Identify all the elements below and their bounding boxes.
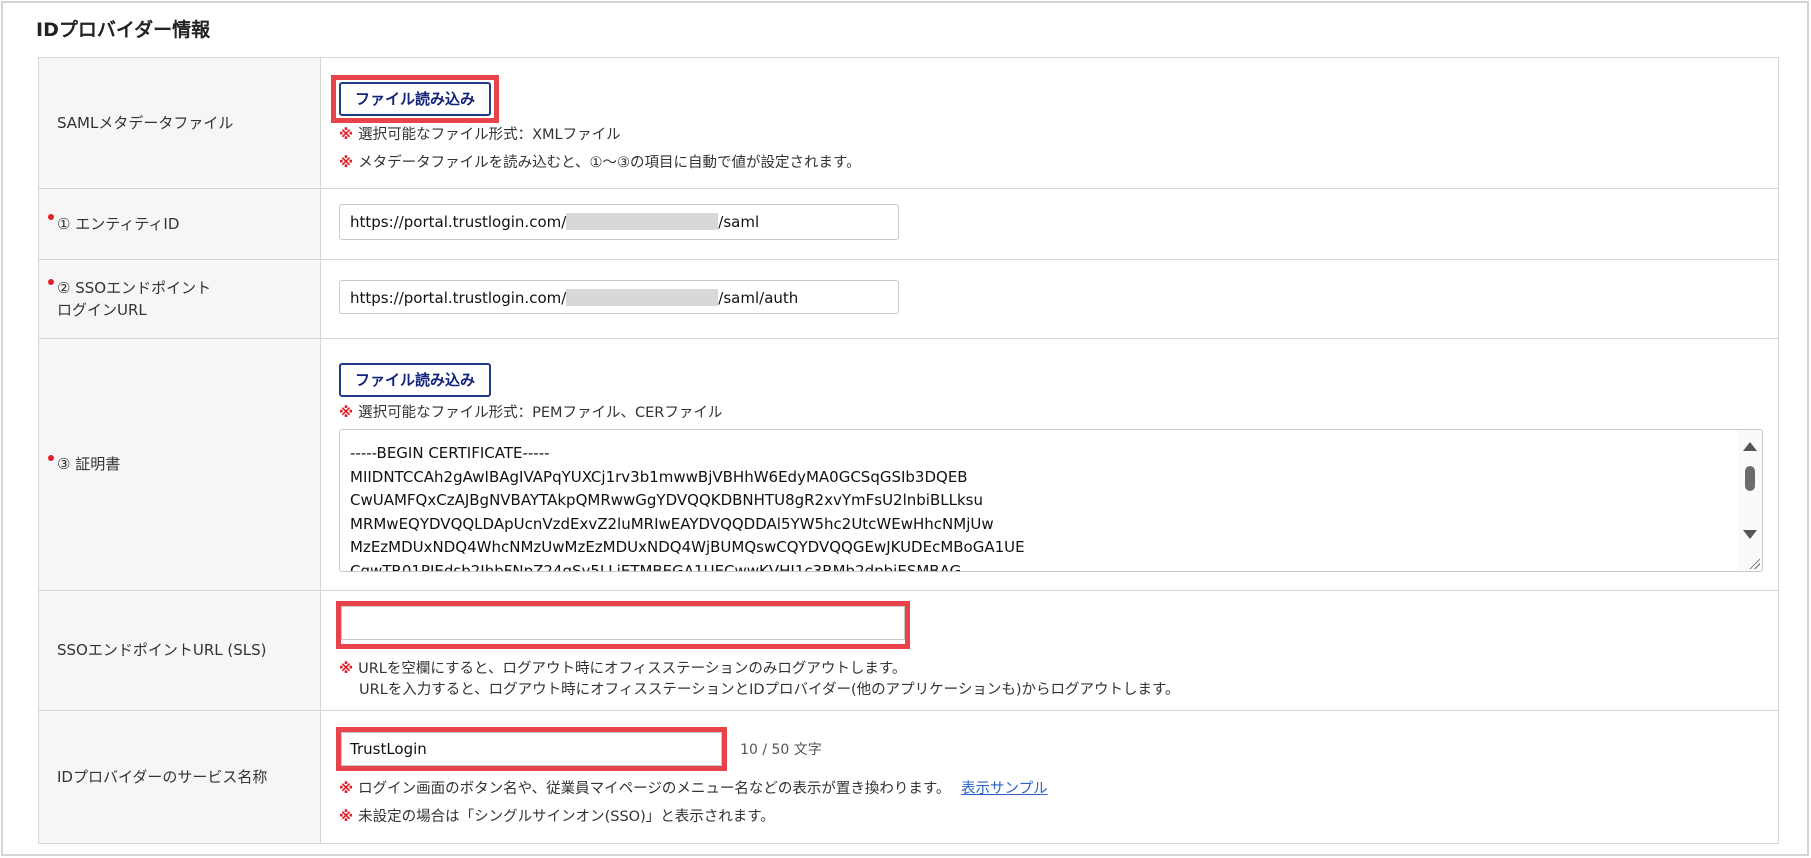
required-indicator <box>48 279 54 285</box>
resize-handle-icon[interactable] <box>1748 557 1760 569</box>
row-sso-logout-url: SSOエンドポイントURL (SLS) ※ URLを空欄にすると、ログアウト時にオ… <box>38 590 1779 711</box>
label-certificate: ③ 証明書 <box>38 338 321 591</box>
certificate-line: MIIDNTCCAh2gAwIBAgIVAPqYUXCj1rv3b1mwwBjV… <box>350 467 968 486</box>
note-service-name-default: ※ 未設定の場合は「シングルサインオン(SSO)」と表示されます。 <box>339 808 775 825</box>
label-entity-id: ① エンティティID <box>38 188 321 260</box>
certificate-line: MRMwEQYDVQQLDApUcnVzdExvZ2luMRIwEAYDVQQD… <box>350 514 994 533</box>
scroll-thumb[interactable] <box>1745 466 1755 491</box>
note-mark: ※ <box>339 154 354 171</box>
section-title: IDプロバイダー情報 <box>36 19 211 41</box>
note-service-name-usage: ※ ログイン画面のボタン名や、従業員マイページのメニュー名などの表示が置き換わりま… <box>339 780 1048 797</box>
row-saml-metadata: SAMLメタデータファイル ファイル読み込み ※ 選択可能なファイル形式：XMLフ… <box>38 57 1779 189</box>
scroll-down-arrow-icon[interactable] <box>1743 530 1757 539</box>
required-indicator <box>48 214 54 220</box>
textarea-scrollbar[interactable] <box>1738 430 1762 571</box>
character-counter: 10 / 50 文字 <box>740 742 822 758</box>
note-mark: ※ <box>339 405 354 421</box>
label-service-name: IDプロバイダーのサービス名称 <box>38 710 321 844</box>
note-metadata-format: ※ 選択可能なファイル形式：XMLファイル <box>339 126 621 143</box>
sso-login-url-input[interactable]: https://portal.trustlogin.com//saml/auth <box>339 280 899 314</box>
certificate-textarea[interactable]: -----BEGIN CERTIFICATE----- MIIDNTCCAh2g… <box>339 429 1763 572</box>
sso-logout-url-input[interactable] <box>341 605 905 640</box>
load-metadata-file-button[interactable]: ファイル読み込み <box>339 81 492 116</box>
highlight-sls-input <box>336 600 910 649</box>
certificate-line: CgwTR01PIEdsb2JhbFNpZ24gSy5LLjETMBEGA1UE… <box>350 561 962 572</box>
highlight-metadata-button: ファイル読み込み <box>331 74 500 123</box>
label-sso-logout-url: SSOエンドポイントURL (SLS) <box>38 590 321 711</box>
idp-form-table: SAMLメタデータファイル ファイル読み込み ※ 選択可能なファイル形式：XMLフ… <box>38 57 1779 844</box>
highlight-service-name-input: TrustLogin <box>336 726 727 771</box>
scroll-up-arrow-icon[interactable] <box>1743 442 1757 451</box>
display-sample-link[interactable]: 表示サンプル <box>961 781 1048 797</box>
entity-id-input[interactable]: https://portal.trustlogin.com//saml <box>339 204 899 240</box>
row-service-name: IDプロバイダーのサービス名称 TrustLogin 10 / 50 文字 ※ ロ… <box>38 710 1779 844</box>
masked-tenant-id <box>566 212 719 230</box>
service-name-input[interactable]: TrustLogin <box>341 731 722 766</box>
row-certificate: ③ 証明書 ファイル読み込み ※ 選択可能なファイル形式：PEMファイル、CERフ… <box>38 338 1779 591</box>
required-indicator <box>48 454 54 461</box>
row-sso-login-url: ② SSOエンドポイント ログインURL https://portal.trus… <box>38 259 1779 339</box>
certificate-line: -----BEGIN CERTIFICATE----- <box>350 444 550 462</box>
label-saml-metadata: SAMLメタデータファイル <box>38 57 321 189</box>
note-mark: ※ <box>339 808 354 825</box>
note-sls-behavior: ※ URLを空欄にすると、ログアウト時にオフィスステーションのみログアウトします。… <box>339 660 1180 698</box>
note-certificate-format: ※ 選択可能なファイル形式：PEMファイル、CERファイル <box>339 405 723 421</box>
note-mark: ※ <box>339 780 354 797</box>
label-sso-login-url: ② SSOエンドポイント ログインURL <box>38 259 321 339</box>
load-certificate-file-button[interactable]: ファイル読み込み <box>339 363 492 397</box>
certificate-line: CwUAMFQxCzAJBgNVBAYTAkpQMRwwGgYDVQQKDBNH… <box>350 491 983 509</box>
masked-tenant-id <box>566 288 719 306</box>
certificate-line: MzEzMDUxNDQ4WhcNMzUwMzEzMDUxNDQ4WjBUMQsw… <box>350 538 1025 556</box>
row-entity-id: ① エンティティID https://portal.trustlogin.com… <box>38 188 1779 260</box>
note-mark: ※ <box>339 126 354 143</box>
note-mark: ※ <box>339 660 354 677</box>
note-metadata-autofill: ※ メタデータファイルを読み込むと、①～③の項目に自動で値が設定されます。 <box>339 154 861 171</box>
idp-info-panel: IDプロバイダー情報 SAMLメタデータファイル ファイル読み込み ※ 選択可能な… <box>1 1 1809 856</box>
